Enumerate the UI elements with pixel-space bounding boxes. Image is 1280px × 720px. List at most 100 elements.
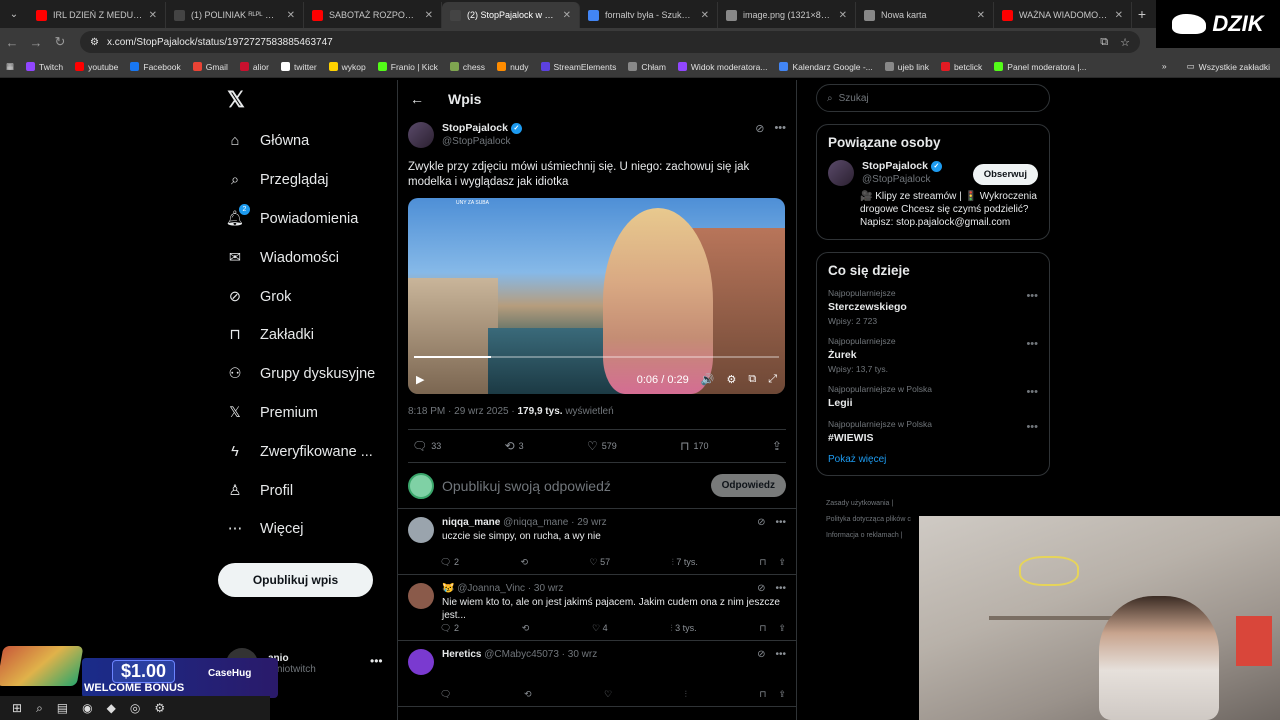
grok-icon[interactable]: ⊘ — [755, 122, 764, 135]
browser-tab[interactable]: (2) StopPajalock w ser ✕ — [442, 2, 580, 28]
url-field[interactable]: ⚙ x.com/StopPajalock/status/197272758388… — [80, 31, 1140, 53]
nav-item[interactable]: 🔔︎ 2 Powiadomienia — [218, 200, 394, 239]
reply-avatar[interactable] — [408, 517, 434, 543]
share-icon[interactable]: ⇪ — [778, 623, 786, 634]
share-icon[interactable]: ⇪ — [778, 689, 786, 700]
settings-icon[interactable]: ⚙ — [726, 373, 736, 386]
nav-item[interactable]: ⊓ Zakładki — [218, 316, 394, 355]
bookmark-icon[interactable]: ⊓ — [759, 689, 766, 700]
nav-item[interactable]: ⋯ Więcej — [218, 510, 394, 549]
more-icon[interactable]: ••• — [1026, 290, 1038, 302]
start-icon[interactable]: ⊞ — [12, 701, 22, 715]
video-player[interactable]: UNY ZA SUBA ▶ 0:06 / 0:29 🔊 ⚙ ⧉ ⤢ — [408, 198, 785, 394]
author-name[interactable]: StopPajalock — [442, 122, 508, 134]
fullscreen-icon[interactable]: ⤢ — [768, 373, 777, 386]
x-logo-icon[interactable]: 𝕏 — [218, 82, 254, 118]
trend-item[interactable]: Najpopularniejsze w Polska #WIEWIS ••• — [828, 419, 1038, 444]
views-count[interactable]: ⫶ — [685, 689, 687, 700]
forward-icon[interactable]: → — [24, 35, 48, 50]
apps-icon[interactable]: ▦ — [6, 61, 14, 72]
reply-item[interactable]: Heretics @CMabyc45073 · 30 wrz ⊘ ••• 🗨 ⟲ … — [398, 641, 796, 707]
author-avatar[interactable] — [408, 122, 434, 148]
bookmark-item[interactable]: Facebook — [130, 62, 181, 72]
close-tab-icon[interactable]: ✕ — [839, 10, 847, 21]
reply-button[interactable]: Odpowiedz — [710, 474, 786, 497]
grok-icon[interactable]: ⊘ — [757, 517, 765, 528]
close-tab-icon[interactable]: ✕ — [1115, 10, 1123, 21]
follow-button[interactable]: Obserwuj — [972, 164, 1038, 185]
like-action[interactable]: ♡ 579 — [587, 439, 617, 453]
repost-icon[interactable]: ⟲ — [522, 623, 530, 634]
discord-icon[interactable]: ◎ — [130, 701, 140, 715]
bookmark-icon[interactable]: ⊓ — [759, 623, 766, 634]
reply-item[interactable]: 😿 @Joanna_Vinc · 30 wrz Nie wiem kto to,… — [398, 575, 796, 641]
related-avatar[interactable] — [828, 160, 854, 186]
nav-item[interactable]: 𝕏 Premium — [218, 394, 394, 433]
more-icon[interactable]: ••• — [370, 654, 383, 668]
share-action[interactable]: ⇪ — [772, 439, 782, 453]
repost-icon[interactable]: ⟲ — [524, 689, 532, 700]
more-bookmarks-icon[interactable]: » — [1162, 61, 1167, 72]
bookmark-item[interactable]: betclick — [940, 62, 982, 72]
bookmark-action[interactable]: ⊓ 170 — [680, 439, 708, 453]
explorer-icon[interactable]: ▤ — [57, 701, 68, 715]
settings-icon[interactable]: ⚙ — [154, 701, 165, 715]
trend-item[interactable]: Najpopularniejsze w Polska Legii ••• — [828, 384, 1038, 409]
close-tab-icon[interactable]: ✕ — [977, 10, 985, 21]
browser-tab[interactable]: SABOTAŻ ROZPOCZĘTY!✕ — [304, 2, 442, 28]
more-icon[interactable]: ••• — [1026, 386, 1038, 398]
browser-tab[interactable]: fornaltv była - Szukaj w G✕ — [580, 2, 718, 28]
more-icon[interactable]: ••• — [775, 517, 786, 528]
repost-icon[interactable]: ⟲ — [520, 557, 528, 568]
bookmark-item[interactable]: nudy — [497, 62, 529, 72]
search-icon[interactable]: ⌕ — [36, 701, 43, 716]
views-count[interactable]: ⫶ 3 tys. — [670, 623, 696, 634]
volume-icon[interactable]: 🔊 — [701, 373, 715, 386]
browser-tab[interactable]: image.png (1321×858) ✕ — [718, 2, 856, 28]
nav-item[interactable]: ϟ Zweryfikowane ... — [218, 432, 394, 471]
reload-icon[interactable]: ↻ — [48, 34, 72, 50]
reply-avatar[interactable] — [408, 649, 434, 675]
browser-tab[interactable]: WAŻNA WIADOMOŚĆ - ✕ — [994, 2, 1132, 28]
back-arrow-icon[interactable]: ← — [410, 91, 424, 107]
repost-action[interactable]: ⟲ 3 — [505, 439, 524, 453]
install-icon[interactable]: ⧉ — [1100, 36, 1108, 49]
more-icon[interactable]: ••• — [1026, 421, 1038, 433]
reply-count[interactable]: 🗨 — [440, 689, 451, 700]
bookmark-item[interactable]: ujeb link — [884, 62, 929, 72]
reply-action[interactable]: 🗨 33 — [412, 439, 441, 453]
bookmark-item[interactable]: Widok moderatora... — [677, 62, 767, 72]
nav-item[interactable]: ⚇ Grupy dyskusyjne — [218, 355, 394, 394]
bookmark-item[interactable]: Franio | Kick — [377, 62, 438, 72]
show-more-link[interactable]: Pokaż więcej — [828, 454, 1038, 465]
post-button[interactable]: Opublikuj wpis — [218, 562, 373, 597]
site-info-icon[interactable]: ⚙ — [90, 37, 99, 48]
browser-tab[interactable]: IRL DZIEŃ Z MEDUSKĄ! 2✕ — [28, 2, 166, 28]
new-tab-button[interactable]: + — [1132, 6, 1152, 22]
reply-count[interactable]: 🗨 2 — [440, 557, 459, 568]
close-tab-icon[interactable]: ✕ — [149, 10, 157, 21]
bookmark-item[interactable]: twitter — [280, 62, 317, 72]
more-icon[interactable]: ••• — [775, 649, 786, 660]
nav-item[interactable]: ✉ Wiadomości — [218, 238, 394, 277]
reply-avatar[interactable] — [408, 583, 434, 609]
like-count[interactable]: ♡ 57 — [590, 557, 611, 568]
bookmark-item[interactable]: StreamElements — [540, 62, 616, 72]
play-icon[interactable]: ▶ — [416, 373, 424, 386]
browser-tab[interactable]: (1) POLINIAK ᴿᴸᴾᴸ w serwi✕ — [166, 2, 304, 28]
close-tab-icon[interactable]: ✕ — [563, 10, 571, 21]
like-count[interactable]: ♡ — [604, 689, 612, 700]
like-count[interactable]: ♡ 4 — [592, 623, 608, 634]
close-tab-icon[interactable]: ✕ — [701, 10, 709, 21]
trend-item[interactable]: Najpopularniejsze Żurek Wpisy: 13,7 tys. ••… — [828, 336, 1038, 374]
reply-input[interactable]: Opublikuj swoją odpowiedź — [442, 478, 611, 494]
bookmark-item[interactable]: Chłam — [628, 62, 666, 72]
bookmark-item[interactable]: Twitch — [26, 62, 63, 72]
bookmark-item[interactable]: Panel moderatora |... — [994, 62, 1087, 72]
app-icon[interactable]: ◆ — [107, 701, 116, 715]
video-progress-bar[interactable] — [414, 356, 779, 358]
trend-item[interactable]: Najpopularniejsze Sterczewskiego Wpisy: 2 … — [828, 288, 1038, 326]
more-icon[interactable]: ••• — [775, 583, 786, 594]
all-bookmarks[interactable]: ▭ Wszystkie zakładki — [1187, 61, 1270, 72]
reply-count[interactable]: 🗨 2 — [440, 623, 459, 634]
